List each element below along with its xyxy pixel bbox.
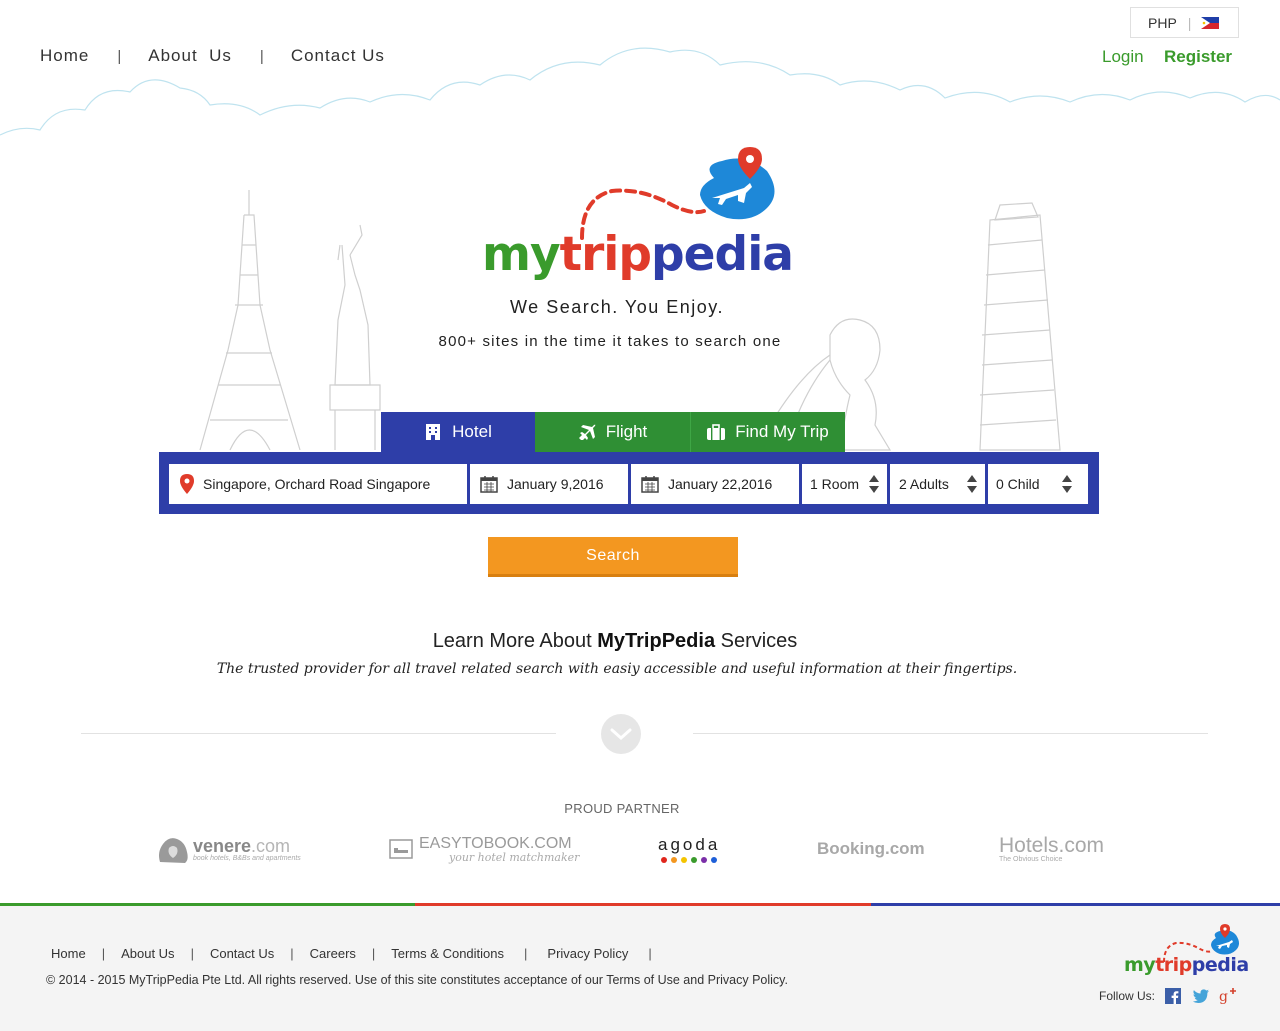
- tab-find-my-trip-label: Find My Trip: [735, 422, 829, 441]
- svg-text:g: g: [1219, 989, 1228, 1004]
- partner-agoda-logo[interactable]: agoda: [658, 832, 720, 866]
- tab-find-my-trip[interactable]: Find My Trip: [690, 412, 845, 452]
- brand-name: MyTripPedia: [597, 630, 716, 652]
- page: Home | About Us | Contact Us PHP | Login…: [0, 0, 1280, 1031]
- rooms-value: 1 Room: [810, 476, 860, 492]
- adults-select[interactable]: 2 Adults: [890, 464, 985, 504]
- partners-heading: PROUD PARTNER: [564, 801, 680, 816]
- children-value: 0 Child: [996, 476, 1040, 492]
- nav-contact-link[interactable]: Contact Us: [291, 46, 385, 66]
- agoda-dots: [661, 857, 718, 863]
- twitter-icon[interactable]: [1193, 988, 1210, 1004]
- footer-terms-link[interactable]: Terms & Conditions: [391, 946, 504, 961]
- logo-wordmark: mytrippedia: [482, 227, 794, 282]
- up-down-arrows-icon: [869, 475, 879, 493]
- footer: Home | About Us | Contact Us | Careers |…: [0, 906, 1280, 1031]
- nav-separator: |: [117, 47, 123, 65]
- facebook-icon[interactable]: [1165, 988, 1182, 1004]
- tab-flight[interactable]: Flight: [535, 412, 690, 452]
- suitcase-icon: [707, 424, 726, 440]
- adults-value: 2 Adults: [899, 476, 949, 492]
- follow-us: Follow Us: g: [1099, 988, 1237, 1004]
- currency-code: PHP: [1148, 14, 1177, 31]
- partner-agoda-name: agoda: [658, 835, 721, 854]
- bed-icon: [389, 839, 413, 859]
- register-link[interactable]: Register: [1164, 47, 1232, 67]
- chevron-down-icon: [610, 728, 632, 741]
- destination-value: Singapore, Orchard Road Singapore: [203, 476, 431, 492]
- footer-logo[interactable]: mytrippedia: [1124, 924, 1249, 979]
- divider: [693, 733, 1208, 734]
- calendar-icon: [641, 476, 659, 493]
- location-pin-icon: [180, 474, 194, 494]
- partner-venere-tagline: book hotels, B&Bs and apartments: [193, 854, 301, 862]
- footer-home-link[interactable]: Home: [51, 946, 86, 961]
- footer-logo-wordmark: mytrippedia: [1124, 954, 1249, 976]
- currency-separator: |: [1187, 14, 1192, 31]
- partner-booking-logo[interactable]: Booking.com: [817, 832, 925, 866]
- partner-venere-logo[interactable]: venere.com book hotels, B&Bs and apartme…: [155, 832, 301, 866]
- check-out-date-input[interactable]: January 22,2016: [631, 464, 799, 504]
- nav-separator: |: [259, 47, 265, 65]
- footer-careers-link[interactable]: Careers: [310, 946, 356, 961]
- building-icon: [426, 424, 441, 440]
- footer-about-link[interactable]: About Us: [121, 946, 174, 961]
- tab-hotel-label: Hotel: [452, 422, 492, 441]
- google-plus-icon[interactable]: g: [1219, 988, 1237, 1004]
- mytrippedia-logo[interactable]: mytrippedia: [482, 143, 794, 282]
- partner-booking-name: Booking.com: [817, 839, 925, 858]
- footer-contact-link[interactable]: Contact Us: [210, 946, 274, 961]
- footer-privacy-link[interactable]: Privacy Policy: [547, 946, 628, 961]
- footer-nav: Home | About Us | Contact Us | Careers |…: [51, 946, 652, 961]
- philippines-flag-icon: [1201, 16, 1220, 29]
- main-nav: Home | About Us | Contact Us: [40, 46, 385, 66]
- partner-hotels-logo[interactable]: Hotels.com The Obvious Choice: [999, 832, 1104, 866]
- partner-easytobook-logo[interactable]: EASYTOBOOK.COM your hotel matchmaker: [389, 832, 579, 866]
- nav-home-link[interactable]: Home: [40, 46, 89, 66]
- check-out-value: January 22,2016: [668, 476, 773, 492]
- search-button[interactable]: Search: [488, 537, 738, 577]
- follow-us-label: Follow Us:: [1099, 989, 1156, 1003]
- divider: [81, 733, 556, 734]
- copyright-text: © 2014 - 2015 MyTripPedia Pte Ltd. All r…: [46, 973, 788, 987]
- children-select[interactable]: 0 Child: [988, 464, 1088, 504]
- tab-hotel[interactable]: Hotel: [381, 412, 535, 452]
- up-down-arrows-icon: [1062, 475, 1072, 493]
- airplane-icon: [578, 424, 596, 440]
- scroll-down-button[interactable]: [601, 714, 641, 754]
- currency-selector[interactable]: PHP |: [1130, 7, 1239, 38]
- calendar-icon: [480, 476, 498, 493]
- up-down-arrows-icon: [967, 475, 977, 493]
- check-in-value: January 9,2016: [507, 476, 604, 492]
- venus-portrait-icon: [159, 838, 188, 863]
- partner-venere-name: venere: [193, 835, 252, 856]
- check-in-date-input[interactable]: January 9,2016: [470, 464, 628, 504]
- tagline: We Search. You Enjoy.: [510, 297, 724, 317]
- partner-easytobook-tagline: your hotel matchmaker: [449, 850, 580, 864]
- partner-hotels-name: Hotels.com: [999, 834, 1105, 857]
- partner-easytobook-name: EASYTOBOOK.COM: [419, 834, 572, 852]
- subtagline: 800+ sites in the time it takes to searc…: [438, 333, 782, 350]
- partner-hotels-tagline: The Obvious Choice: [999, 856, 1063, 863]
- rooms-select[interactable]: 1 Room: [802, 464, 887, 504]
- learn-more-subtitle: The trusted provider for all travel rela…: [216, 661, 1018, 677]
- tab-flight-label: Flight: [605, 422, 648, 441]
- nav-about-link[interactable]: About Us: [148, 46, 232, 66]
- login-link[interactable]: Login: [1102, 47, 1144, 67]
- search-tabs: Hotel Flight Find My Trip: [381, 412, 845, 452]
- hotel-search-form: Singapore, Orchard Road Singapore Januar…: [159, 452, 1099, 514]
- learn-more-heading: Learn More About MyTripPedia Services: [432, 630, 798, 652]
- destination-input[interactable]: Singapore, Orchard Road Singapore: [169, 464, 467, 504]
